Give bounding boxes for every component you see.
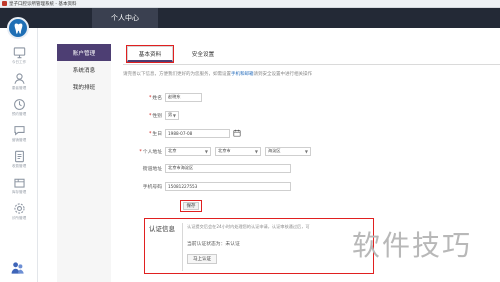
submenu-item-account[interactable]: 账户管理 <box>57 44 111 61</box>
account-submenu: 账户管理 系统消息 我的排班 <box>57 44 111 282</box>
sidebar-item-inventory[interactable]: 库存管理 <box>5 176 33 200</box>
profile-tabs: 基本资料 安全设置 <box>123 44 373 64</box>
phone-label: 手机号码 <box>142 184 162 190</box>
watermark-text: 软件技巧 <box>352 229 473 262</box>
window-title: 皇子口腔诊所管理系统 - 基本资料 <box>9 1 77 7</box>
chevron-down-icon: ▼ <box>204 148 208 154</box>
user-group-icon[interactable] <box>10 260 26 276</box>
info-notice: 请完善以下信息，方便我们更好的为您服务，如需设置手机和邮箱请到安全设置中进行相关… <box>123 71 312 77</box>
chevron-down-icon: ▼ <box>304 148 308 154</box>
gender-select[interactable]: 男 ▼ <box>165 110 179 120</box>
sidebar-item-label: 收费管理 <box>11 164 27 168</box>
chevron-down-icon: ▼ <box>254 148 258 154</box>
certification-panel: 认证信息 认证提交后会在24小时内处理您的认证申请，认证审核通过后，可 当前认证… <box>144 218 374 274</box>
monitor-icon <box>13 47 25 59</box>
certify-now-button[interactable]: 马上认证 <box>187 254 217 264</box>
sidebar-item-patients[interactable]: 患者管理 <box>5 72 33 96</box>
submenu-item-schedule[interactable]: 我的排班 <box>57 78 111 95</box>
gear-icon <box>13 203 25 214</box>
province-select[interactable]: 北京 ▼ <box>165 146 211 156</box>
gender-label: *性别 <box>148 113 162 119</box>
phone-row: 手机号码 15081227553 <box>123 181 291 191</box>
certification-title: 认证信息 <box>149 225 175 233</box>
save-highlight: 保存 <box>180 200 202 212</box>
sidebar-item-billing[interactable]: 收费管理 <box>5 150 33 174</box>
phone-input[interactable]: 15081227553 <box>165 181 291 191</box>
box-icon <box>13 178 25 188</box>
notice-text: 请完善以下信息，方便我们更好的为您服务，如需设置 <box>123 72 231 77</box>
tab-security[interactable]: 安全设置 <box>181 46 225 62</box>
clock-icon <box>13 99 25 110</box>
birthday-input[interactable]: 1988-07-08 <box>165 128 230 138</box>
name-row: *姓名 赵晓东 <box>123 92 202 102</box>
certification-divider <box>182 223 183 271</box>
calendar-icon[interactable] <box>233 129 241 137</box>
notice-text-after: 请到安全设置中进行相关操作 <box>253 72 313 77</box>
sidebar-item-label: 库存管理 <box>11 190 27 194</box>
name-label: *姓名 <box>148 95 162 101</box>
street-input[interactable]: 北京市海淀区 <box>165 163 291 173</box>
street-row: 街道地址 北京市海淀区 <box>123 163 291 173</box>
tab-divider <box>123 64 500 65</box>
gender-row: *性别 男 ▼ <box>123 110 183 120</box>
tooth-logo-icon[interactable] <box>7 17 29 39</box>
district-select[interactable]: 海淀区 ▼ <box>265 146 311 156</box>
window-titlebar: 皇子口腔诊所管理系统 - 基本资料 <box>0 0 500 8</box>
sidebar-item-appointments[interactable]: 预约管理 <box>5 98 33 122</box>
certification-status: 当前认证状态为：未认证 <box>187 242 240 247</box>
tab-basic-info[interactable]: 基本资料 <box>126 45 174 63</box>
save-button[interactable]: 保存 <box>183 202 199 210</box>
street-label: 街道地址 <box>142 166 162 172</box>
sidebar-item-clinic[interactable]: 诊所管理 <box>5 202 33 226</box>
app-icon <box>2 1 7 6</box>
address-label: *个人地址 <box>139 149 162 155</box>
name-input[interactable]: 赵晓东 <box>165 92 202 102</box>
main-sidebar: 今日工作 患者管理 预约管理 营销管理 收费管理 库存管理 诊所管理 <box>0 17 38 282</box>
sidebar-item-label: 诊所管理 <box>11 216 27 220</box>
birthday-label: *生日 <box>148 131 162 137</box>
address-row: *个人地址 北京 ▼ 北京市 ▼ 海淀区 ▼ <box>123 146 315 156</box>
sidebar-item-marketing[interactable]: 营销管理 <box>5 124 33 148</box>
sidebar-item-today[interactable]: 今日工作 <box>5 46 33 70</box>
birthday-row: *生日 1988-07-08 <box>123 128 241 138</box>
top-nav-bar: 个人中心 <box>0 8 500 28</box>
chat-icon <box>13 126 25 136</box>
certification-description: 认证提交后会在24小时内处理您的认证申请，认证审核通过后，可 <box>187 224 310 229</box>
tab-personal-center[interactable]: 个人中心 <box>92 8 158 28</box>
sidebar-item-label: 预约管理 <box>11 112 27 116</box>
sidebar-item-label: 今日工作 <box>11 60 27 64</box>
sidebar-item-label: 营销管理 <box>11 138 27 142</box>
city-select[interactable]: 北京市 ▼ <box>215 146 261 156</box>
phone-email-link[interactable]: 手机和邮箱 <box>231 72 254 77</box>
chevron-down-icon: ▼ <box>172 112 176 118</box>
sidebar-item-label: 患者管理 <box>11 86 27 90</box>
submenu-item-messages[interactable]: 系统消息 <box>57 61 111 78</box>
person-icon <box>13 73 25 84</box>
doc-icon <box>14 150 24 163</box>
